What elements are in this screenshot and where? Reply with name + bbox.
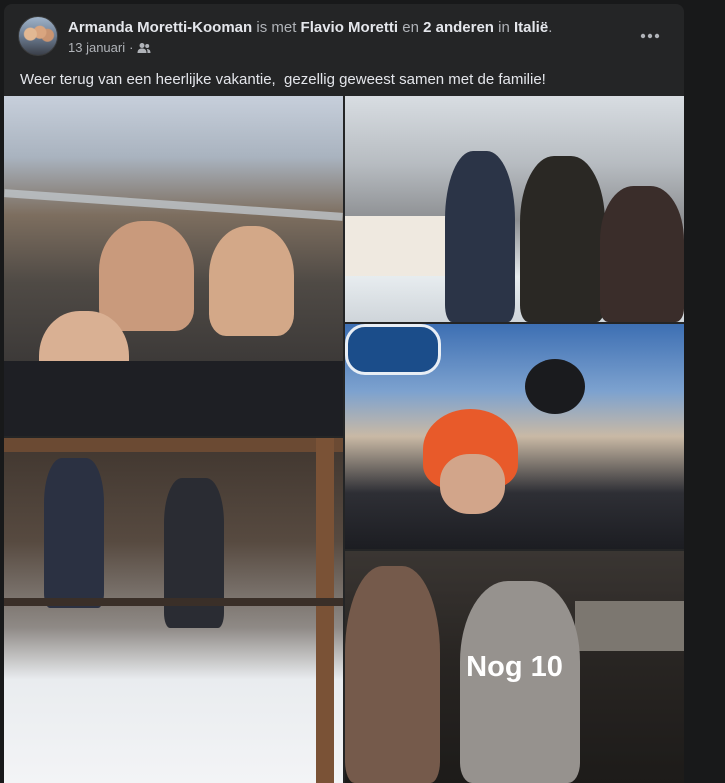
photo-ski-selfie[interactable]	[345, 324, 684, 549]
author-avatar[interactable]	[18, 16, 58, 56]
swing-post	[316, 438, 334, 783]
person-silhouette	[99, 221, 194, 331]
post-title-line: Armanda Moretti-Kooman is met Flavio Mor…	[68, 18, 552, 38]
post-message: Weer terug van een heerlijke vakantie, g…	[20, 71, 546, 88]
helmet	[525, 359, 585, 414]
fence	[4, 598, 343, 606]
post-card: Armanda Moretti-Kooman is met Flavio Mor…	[4, 4, 684, 783]
photo-more-overlay[interactable]: Nog 10	[345, 551, 684, 783]
friends-icon[interactable]	[137, 42, 151, 54]
location-link[interactable]: Italië	[514, 19, 548, 36]
photo-family-snow[interactable]	[345, 96, 684, 322]
bench	[345, 216, 455, 276]
period-text: .	[548, 19, 553, 36]
in-text: in	[498, 19, 510, 36]
with-text: is met	[256, 19, 297, 36]
post-date-link[interactable]: 13 januari	[68, 40, 125, 56]
more-options-icon[interactable]	[632, 18, 668, 54]
swing-beam	[4, 438, 343, 452]
person-silhouette	[520, 156, 605, 322]
photo-group-selfie-balcony[interactable]	[4, 96, 343, 436]
person-silhouette	[600, 186, 684, 322]
photo-swings-snow[interactable]	[4, 438, 343, 783]
person-silhouette	[44, 458, 104, 608]
author-name-link[interactable]: Armanda Moretti-Kooman	[68, 19, 252, 36]
and-text: en	[402, 19, 419, 36]
post-header: Armanda Moretti-Kooman is met Flavio Mor…	[18, 16, 668, 60]
person-silhouette	[209, 226, 294, 336]
ski-goggles	[345, 324, 441, 375]
person-silhouette	[445, 151, 515, 322]
railing	[4, 189, 343, 221]
meta-separator: ·	[129, 40, 134, 55]
more-photos-overlay[interactable]: Nog 10	[345, 551, 684, 783]
others-link[interactable]: 2 anderen	[423, 19, 494, 36]
post-meta: 13 januari ·	[68, 40, 151, 56]
more-photos-count: Nog 10	[466, 650, 563, 683]
tagged-person-link[interactable]: Flavio Moretti	[301, 19, 399, 36]
jackets	[4, 361, 343, 436]
face	[440, 454, 505, 514]
